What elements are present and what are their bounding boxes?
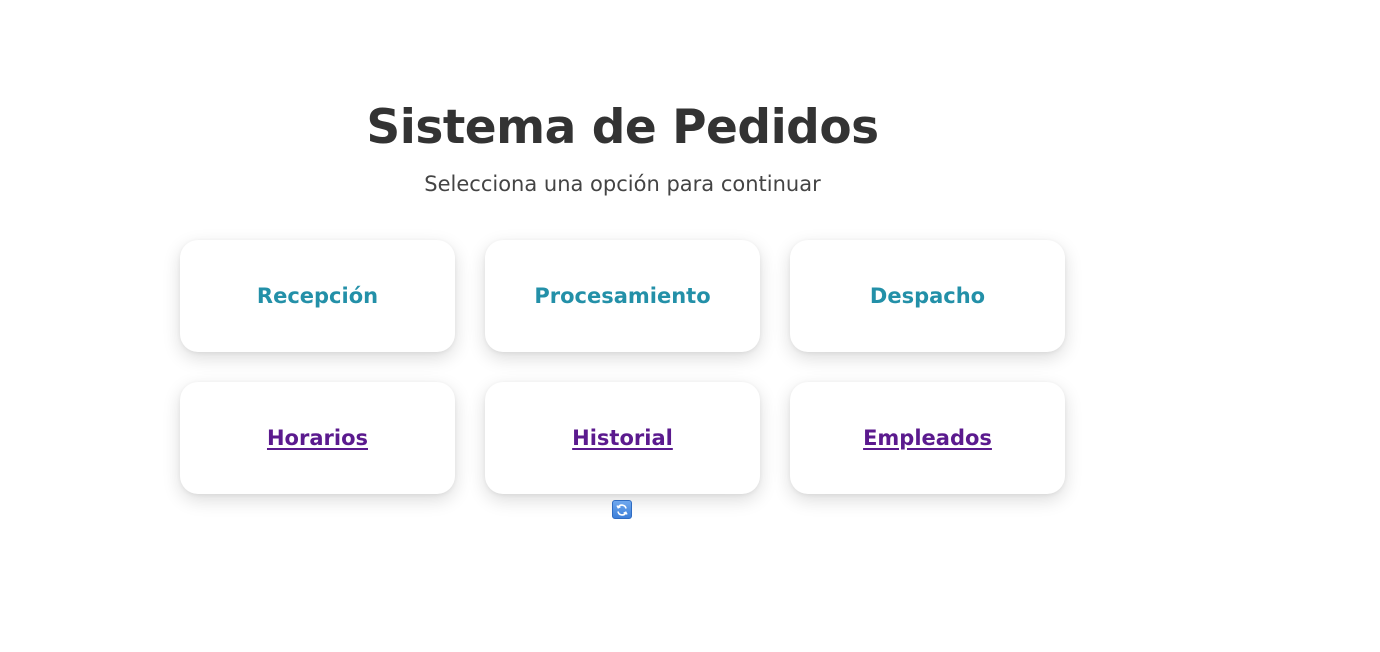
card-historial[interactable]: Historial (485, 382, 760, 494)
refresh-glyph (616, 503, 628, 516)
page: Sistema de Pedidos Selecciona una opción… (0, 0, 1380, 652)
card-recepcion[interactable]: Recepción (180, 240, 455, 352)
page-title: Sistema de Pedidos (366, 100, 879, 155)
card-empleados[interactable]: Empleados (790, 382, 1065, 494)
horarios-link[interactable]: Horarios (267, 426, 368, 450)
card-label: Recepción (256, 284, 379, 308)
historial-link[interactable]: Historial (572, 426, 673, 450)
page-subtitle: Selecciona una opción para continuar (424, 172, 821, 196)
card-procesamiento[interactable]: Procesamiento (485, 240, 760, 352)
card-horarios[interactable]: Horarios (180, 382, 455, 494)
card-label: Procesamiento (534, 284, 711, 308)
empleados-link[interactable]: Empleados (863, 426, 992, 450)
card-label: Despacho (869, 284, 986, 308)
card-despacho[interactable]: Despacho (790, 240, 1065, 352)
header: Sistema de Pedidos Selecciona una opción… (180, 98, 1065, 198)
options-grid: Recepción Procesamiento Despacho Horario… (180, 240, 1065, 494)
refresh-icon[interactable] (612, 500, 632, 519)
